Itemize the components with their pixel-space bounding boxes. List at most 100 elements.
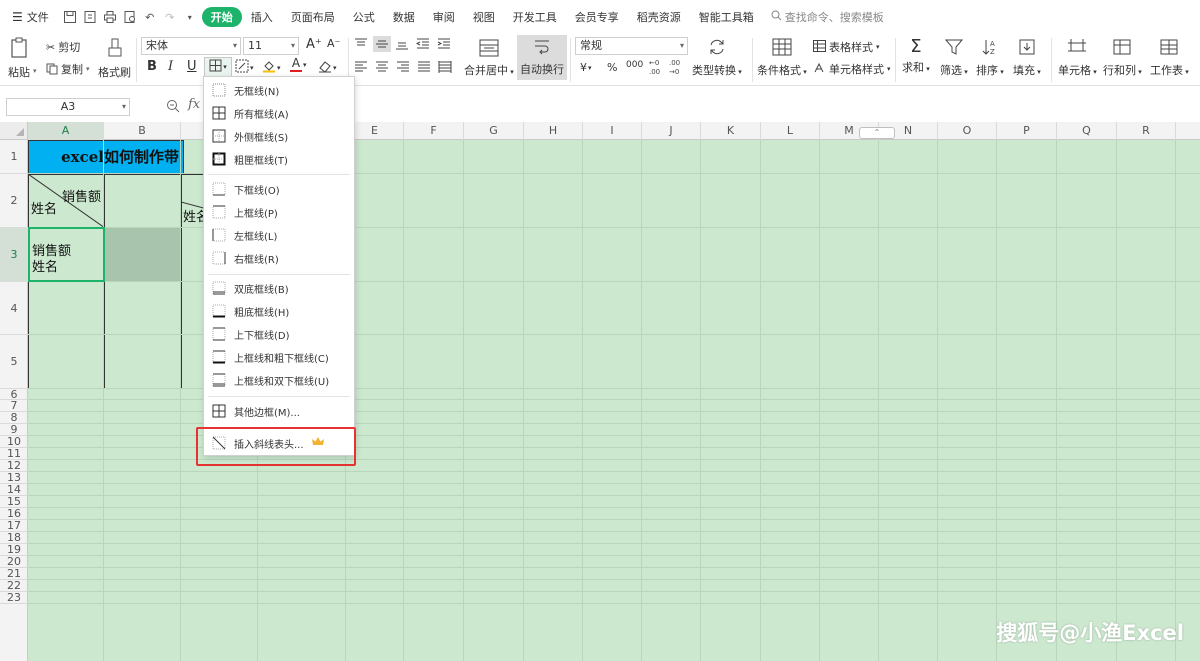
tab-insert[interactable]: 插入 xyxy=(242,9,282,25)
paste-dropdown-icon[interactable]: ▾ xyxy=(33,67,37,75)
collapse-ribbon-handle[interactable]: ⌃ xyxy=(859,127,895,139)
column-header-r[interactable]: R xyxy=(1117,122,1176,140)
shrink-font-button[interactable]: A⁻ xyxy=(327,37,340,50)
copy-button[interactable]: 复制 ▾ xyxy=(46,61,90,77)
align-top-button[interactable] xyxy=(354,38,368,50)
customize-toolbar-icon[interactable]: ▾ xyxy=(182,9,198,25)
align-center-button[interactable] xyxy=(375,61,389,73)
menu-item-double-bottom-border[interactable]: 双底框线(B) xyxy=(204,277,354,299)
tab-developer[interactable]: 开发工具 xyxy=(504,9,566,25)
cell-a2-diagonal-header[interactable]: 销售额 姓名 xyxy=(28,174,105,228)
menu-item-outside-borders[interactable]: 外侧框线(S) xyxy=(204,125,354,147)
cell-a4[interactable] xyxy=(28,281,105,335)
clear-button[interactable]: ▾ xyxy=(318,59,337,76)
command-search[interactable]: 查找命令、搜索模板 xyxy=(771,9,884,25)
bold-button[interactable]: B xyxy=(147,59,157,74)
paste-button[interactable]: 粘贴 xyxy=(8,37,30,80)
align-bottom-button[interactable] xyxy=(395,38,409,50)
percent-button[interactable]: % xyxy=(607,61,617,74)
italic-button[interactable]: I xyxy=(168,59,173,74)
cell-a1-title[interactable]: excel如何制作带 xyxy=(28,140,184,174)
fill-color-button[interactable]: ▾ xyxy=(262,59,281,76)
menu-item-right-border[interactable]: 右框线(R) xyxy=(204,247,354,269)
menu-item-thick-box-border[interactable]: 粗匣框线(T) xyxy=(204,148,354,170)
align-left-button[interactable] xyxy=(354,61,368,73)
row-header-2[interactable]: 2 xyxy=(0,174,28,228)
cell-b3[interactable] xyxy=(104,227,182,282)
tab-member[interactable]: 会员专享 xyxy=(566,9,628,25)
column-header-f[interactable]: F xyxy=(404,122,464,140)
tab-data[interactable]: 数据 xyxy=(384,9,424,25)
column-header-j[interactable]: J xyxy=(642,122,701,140)
tab-home[interactable]: 开始 xyxy=(201,7,242,27)
menu-item-no-border[interactable]: 无框线(N) xyxy=(204,79,354,101)
tab-review[interactable]: 审阅 xyxy=(424,9,464,25)
tab-smart-tools[interactable]: 智能工具箱 xyxy=(690,9,763,25)
cell-style-button[interactable]: 单元格样式 ▾ xyxy=(813,61,891,77)
menu-item-top-border[interactable]: 上框线(P) xyxy=(204,201,354,223)
align-right-button[interactable] xyxy=(396,61,410,73)
column-header-i[interactable]: I xyxy=(583,122,642,140)
undo-icon[interactable]: ↶ xyxy=(142,9,158,25)
sum-button[interactable]: Σ 求和 ▾ xyxy=(902,38,930,75)
worksheet-button[interactable]: 工作表 ▾ xyxy=(1150,38,1189,78)
column-header-q[interactable]: Q xyxy=(1057,122,1117,140)
print-preview-icon[interactable] xyxy=(122,9,138,25)
grow-font-button[interactable]: A⁺ xyxy=(306,37,322,52)
row-header-3[interactable]: 3 xyxy=(0,228,28,282)
row-header-23[interactable]: 23 xyxy=(0,591,28,604)
formula-input[interactable] xyxy=(210,97,1190,117)
tab-page-layout[interactable]: 页面布局 xyxy=(282,9,344,25)
merge-center-button[interactable]: 合并居中 ▾ xyxy=(464,39,514,78)
cell-b5[interactable] xyxy=(104,334,182,389)
row-col-button[interactable]: 行和列 ▾ xyxy=(1103,38,1142,78)
filter-button[interactable]: 筛选 ▾ xyxy=(940,38,968,78)
wrap-text-button[interactable]: 自动换行 xyxy=(517,35,567,80)
menu-item-more-borders[interactable]: 其他边框(M)... xyxy=(204,400,354,422)
row-header-1[interactable]: 1 xyxy=(0,140,28,174)
sort-button[interactable]: AZ 排序 ▾ xyxy=(976,38,1004,78)
zoom-formula-icon[interactable] xyxy=(166,99,180,116)
column-header-a[interactable]: A xyxy=(28,122,104,140)
table-style-button[interactable]: 表格样式 ▾ xyxy=(813,39,880,55)
format-painter-button[interactable]: 格式刷 xyxy=(98,37,131,80)
type-convert-button[interactable]: 类型转换 ▾ xyxy=(692,38,742,78)
distributed-button[interactable] xyxy=(438,61,452,73)
select-all-corner[interactable] xyxy=(0,122,28,140)
increase-decimal-button[interactable]: ←0.00 xyxy=(648,58,664,76)
underline-button[interactable]: U xyxy=(187,59,197,74)
menu-item-top-bottom-border[interactable]: 上下框线(D) xyxy=(204,323,354,345)
font-color-button[interactable]: A ▾ xyxy=(290,57,307,72)
export-pdf-icon[interactable] xyxy=(82,9,98,25)
menu-item-top-thick-bottom-border[interactable]: 上框线和粗下框线(C) xyxy=(204,346,354,368)
column-header-l[interactable]: L xyxy=(761,122,820,140)
number-format-select[interactable]: 常规 ▾ xyxy=(575,37,688,55)
tab-docer[interactable]: 稻壳资源 xyxy=(628,9,690,25)
tab-view[interactable]: 视图 xyxy=(464,9,504,25)
redo-icon[interactable]: ↷ xyxy=(162,9,178,25)
menu-item-all-borders[interactable]: 所有框线(A) xyxy=(204,102,354,124)
save-icon[interactable] xyxy=(62,9,78,25)
file-menu[interactable]: ☰ 文件 xyxy=(0,9,58,25)
menu-item-bottom-border[interactable]: 下框线(O) xyxy=(204,178,354,200)
print-icon[interactable] xyxy=(102,9,118,25)
cell-a3-selected[interactable]: 销售额 姓名 xyxy=(28,227,105,282)
cell-button[interactable]: 单元格 ▾ xyxy=(1058,38,1097,78)
column-header-b[interactable]: B xyxy=(104,122,181,140)
conditional-format-button[interactable]: 条件格式 ▾ xyxy=(757,38,807,78)
cut-button[interactable]: ✂ 剪切 xyxy=(46,39,80,55)
menu-item-thick-bottom-border[interactable]: 粗底框线(H) xyxy=(204,300,354,322)
column-header-p[interactable]: P xyxy=(997,122,1057,140)
font-name-select[interactable]: 宋体 ▾ xyxy=(141,37,241,55)
justify-button[interactable] xyxy=(417,61,431,73)
cell-b4[interactable] xyxy=(104,281,182,335)
border-button[interactable]: ▾ xyxy=(204,57,232,77)
decrease-indent-button[interactable] xyxy=(416,38,430,50)
currency-button[interactable]: ¥ ▾ xyxy=(580,61,592,74)
increase-indent-button[interactable] xyxy=(437,38,451,50)
menu-item-top-double-bottom-border[interactable]: 上框线和双下框线(U) xyxy=(204,369,354,391)
cell-a5[interactable] xyxy=(28,334,105,389)
column-header-g[interactable]: G xyxy=(464,122,524,140)
fill-button[interactable]: 填充 ▾ xyxy=(1013,38,1041,78)
menu-item-left-border[interactable]: 左框线(L) xyxy=(204,224,354,246)
